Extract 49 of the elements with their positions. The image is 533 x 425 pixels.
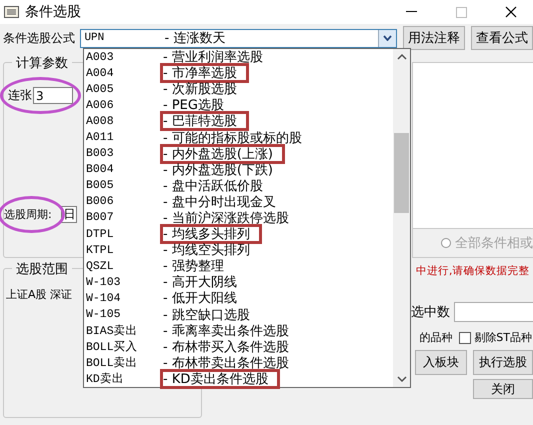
formula-item[interactable]: B007 - 当前沪深涨跌停选股 [84,210,393,226]
field-label: 连张 [8,87,32,104]
checkbox[interactable] [459,332,472,344]
scroll-down-icon[interactable] [396,375,406,383]
formula-item[interactable]: W-105 - 跳空缺口选股 [84,306,393,323]
input-field[interactable]: 3 [33,87,73,104]
formula-item[interactable]: A005 - 次新股选股 [84,81,393,98]
formula-item[interactable]: A003 - 营业利润率选股 [84,49,393,66]
formula-item[interactable]: B005 - 盘中活跃低价股 [84,178,393,194]
chevron-icon [383,35,392,41]
warning-text: 中进行,请确保数据完整 [416,264,530,278]
count-field[interactable] [454,302,533,322]
group-title: 计算参数 [12,54,72,72]
formula-item[interactable]: B003 - 内外盘选股(上涨) [84,146,393,162]
formula-item[interactable]: A004 - 市净率选股 [84,65,393,82]
formula-item[interactable]: W-104 - 低开大阳线 [84,290,393,306]
formula-item[interactable]: B006 - 盘中分时出现金叉 [84,194,393,210]
scroll-thumb[interactable] [394,133,409,213]
group-title: 选股范围 [12,260,72,278]
close-button[interactable]: 关闭 [473,379,533,399]
minimize-icon[interactable] [406,11,416,13]
scroll-up-icon[interactable] [396,53,406,61]
formula-item[interactable]: BIAS卖出 - 乖离率卖出条件选股 [84,322,393,339]
formula-item[interactable]: A008 - 巴菲特选股 [84,113,393,130]
formula-item[interactable]: A006 - PEG选股 [84,97,393,114]
formula-item[interactable]: W-103 - 高开大阴线 [84,274,393,290]
count-label: 选中数 [411,304,450,321]
formula-item[interactable]: QSZL - 强势整理 [84,258,393,274]
formula-item[interactable]: BOLL卖出 - 布林带卖出条件选股 [84,354,393,371]
formula-item[interactable]: KD卖出 - KD卖出条件选股 [84,370,393,387]
formula-item[interactable]: KTPL - 均线空头排列 [84,242,393,258]
formula-item[interactable]: BOLL买入 - 布林带买入条件选股 [84,338,393,355]
checkbox-label: 剔除ST品种 [474,330,532,345]
formula-item[interactable]: B004 - 内外盘选股(下跌) [84,162,393,178]
formula-dropdown[interactable]: UPN - 连涨数天 [80,28,397,48]
varieties-label: 的品种 [419,330,452,345]
window-title: 条件选股 [25,3,82,21]
close-icon[interactable] [505,6,517,18]
app-icon [4,6,19,18]
run-button[interactable]: 执行选股 [473,350,533,375]
add-block-button[interactable]: 入板块 [415,350,467,375]
scrollbar[interactable] [393,49,410,387]
toolbar-button[interactable]: 用法注释 [403,26,465,50]
period-label: 选股周期: [4,207,52,222]
formula-item[interactable]: DTPL - 均线多头排列 [84,226,393,242]
market-label: 上证A股 深证 [6,288,72,301]
formula-item[interactable]: A011 - 可能的指标股或标的股 [84,129,393,146]
toolbar-button[interactable]: 查看公式 [471,26,533,50]
formula-label: 条件选股公式 [3,30,76,46]
